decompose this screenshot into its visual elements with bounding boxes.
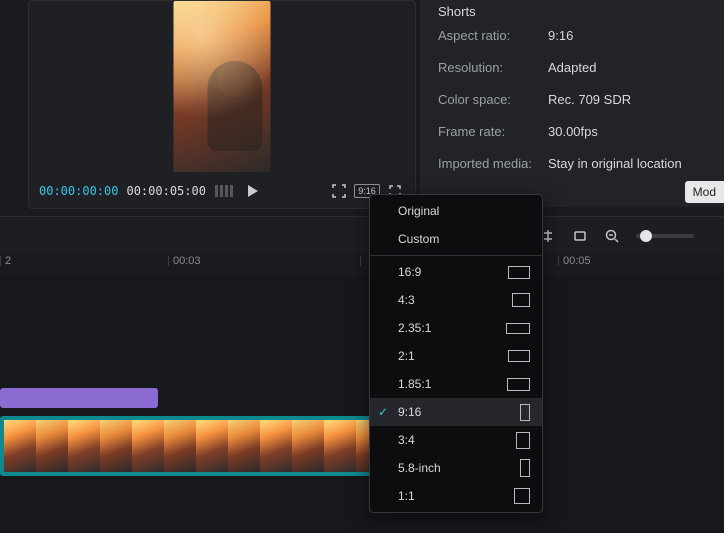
- aspect-option-label: 5.8-inch: [398, 461, 441, 475]
- aspect-option-label: 3:4: [398, 433, 415, 447]
- aspect-option-original[interactable]: ✓Original: [370, 197, 542, 225]
- aspect-option-5-8-inch[interactable]: ✓5.8-inch: [370, 454, 542, 482]
- aspect-shape-icon: [520, 404, 530, 421]
- aspect-shape-icon: [506, 323, 530, 334]
- clip-thumbnail: [132, 420, 164, 472]
- aspect-shape-icon: [507, 378, 530, 391]
- aspect-option-label: 1.85:1: [398, 377, 431, 391]
- clip-thumbnail: [100, 420, 132, 472]
- info-label: Resolution:: [438, 60, 548, 75]
- timeline-ruler[interactable]: 2 00:03 00:05: [0, 254, 724, 276]
- clip-thumbnail: [260, 420, 292, 472]
- info-label: Imported media:: [438, 156, 548, 171]
- aspect-option-2-1[interactable]: ✓2:1: [370, 342, 542, 370]
- aspect-option-1-1[interactable]: ✓1:1: [370, 482, 542, 510]
- aspect-ratio-menu: ✓Original✓Custom✓16:9✓4:3✓2.35:1✓2:1✓1.8…: [369, 194, 543, 513]
- info-row: Aspect ratio:9:16: [438, 19, 724, 51]
- aspect-option-1-85-1[interactable]: ✓1.85:1: [370, 370, 542, 398]
- aspect-option-3-4[interactable]: ✓3:4: [370, 426, 542, 454]
- clip-thumbnail: [4, 420, 36, 472]
- ruler-tick: 00:05: [558, 256, 591, 266]
- preview-transport-bar: 00:00:00:00 00:00:05:00 9:16: [39, 180, 405, 202]
- zoom-slider-knob[interactable]: [640, 230, 652, 242]
- info-value: Stay in original location: [548, 156, 682, 171]
- current-timecode: 00:00:00:00: [39, 184, 118, 198]
- overlay-track: [0, 388, 724, 408]
- check-icon: ✓: [378, 405, 388, 419]
- overlay-clip[interactable]: [0, 388, 158, 408]
- info-value: Rec. 709 SDR: [548, 92, 631, 107]
- clip-thumbnail: [36, 420, 68, 472]
- aspect-shape-icon: [508, 350, 530, 362]
- aspect-shape-icon: [508, 266, 530, 279]
- aspect-option-label: 4:3: [398, 293, 415, 307]
- marker-button[interactable]: [572, 228, 588, 244]
- project-info-panel: Shorts Aspect ratio:9:16Resolution:Adapt…: [420, 0, 724, 207]
- compare-view-button[interactable]: [214, 181, 234, 201]
- aspect-option-label: 9:16: [398, 405, 421, 419]
- zoom-slider[interactable]: [636, 234, 694, 238]
- timeline-tracks: [0, 276, 724, 533]
- clip-thumbnail: [164, 420, 196, 472]
- info-label: Frame rate:: [438, 124, 548, 139]
- info-row: Frame rate:30.00fps: [438, 115, 724, 147]
- preview-panel: 00:00:00:00 00:00:05:00 9:16: [28, 0, 416, 209]
- clip-thumbnail: [68, 420, 100, 472]
- menu-separator: [370, 255, 542, 256]
- focus-frame-button[interactable]: [329, 181, 349, 201]
- info-value: 9:16: [548, 28, 573, 43]
- clip-thumbnail: [228, 420, 260, 472]
- clip-thumbnail: [324, 420, 356, 472]
- aspect-shape-icon: [520, 459, 530, 477]
- ruler-tick: [360, 256, 365, 266]
- info-value: Adapted: [548, 60, 596, 75]
- info-row: Resolution:Adapted: [438, 51, 724, 83]
- project-path-partial: Shorts: [438, 0, 724, 19]
- aspect-shape-icon: [516, 432, 530, 449]
- aspect-option-2-35-1[interactable]: ✓2.35:1: [370, 314, 542, 342]
- timeline-toolbar: [0, 216, 724, 256]
- ruler-tick: 2: [0, 256, 11, 266]
- aspect-shape-icon: [512, 293, 530, 307]
- modify-button[interactable]: Mod: [685, 181, 724, 203]
- aspect-option-label: 2.35:1: [398, 321, 431, 335]
- preview-viewport[interactable]: [174, 1, 271, 172]
- aspect-option-label: 1:1: [398, 489, 415, 503]
- total-timecode: 00:00:05:00: [126, 184, 205, 198]
- play-button[interactable]: [242, 181, 262, 201]
- aspect-option-label: 2:1: [398, 349, 415, 363]
- clip-thumbnail: [292, 420, 324, 472]
- info-label: Aspect ratio:: [438, 28, 548, 43]
- aspect-shape-icon: [514, 488, 530, 504]
- aspect-option-16-9[interactable]: ✓16:9: [370, 258, 542, 286]
- video-track: [0, 416, 724, 476]
- aspect-option-4-3[interactable]: ✓4:3: [370, 286, 542, 314]
- aspect-option-custom[interactable]: ✓Custom: [370, 225, 542, 253]
- info-row: Imported media:Stay in original location: [438, 147, 724, 179]
- info-label: Color space:: [438, 92, 548, 107]
- aspect-option-9-16[interactable]: ✓ 9:16: [370, 398, 542, 426]
- zoom-out-button[interactable]: [604, 228, 620, 244]
- ruler-tick: 00:03: [168, 256, 201, 266]
- clip-thumbnail: [196, 420, 228, 472]
- aspect-option-label: 16:9: [398, 265, 421, 279]
- info-value: 30.00fps: [548, 124, 598, 139]
- info-row: Color space:Rec. 709 SDR: [438, 83, 724, 115]
